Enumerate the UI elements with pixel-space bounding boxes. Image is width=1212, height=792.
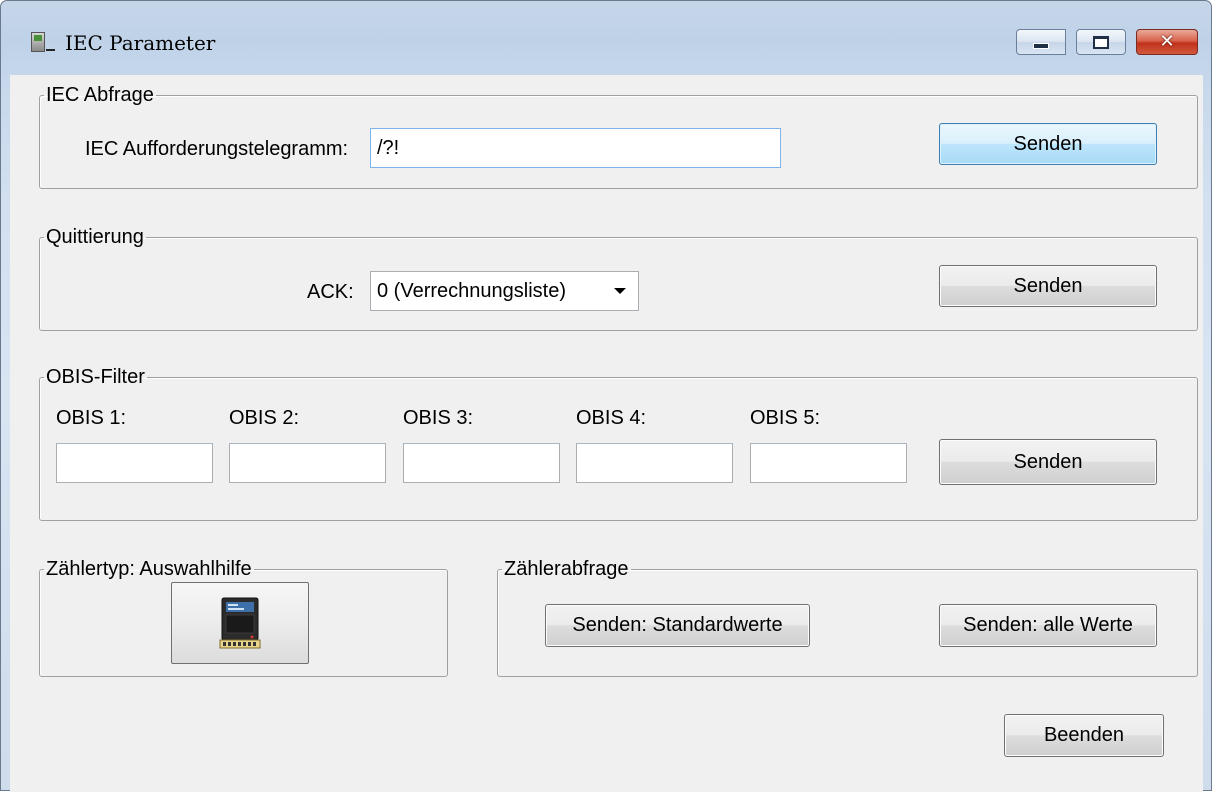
obis1-input[interactable] xyxy=(56,443,213,483)
close-icon: ✕ xyxy=(1159,31,1175,52)
group-iec-abfrage-legend: IEC Abfrage xyxy=(46,84,154,106)
obis2-input[interactable] xyxy=(229,443,386,483)
group-quittierung-legend: Quittierung xyxy=(46,226,144,248)
chevron-down-icon[interactable] xyxy=(614,288,626,294)
iec-request-input[interactable] xyxy=(370,128,781,168)
minimize-icon xyxy=(1033,43,1049,49)
send-all-values-button[interactable]: Senden: alle Werte xyxy=(939,604,1157,647)
obis5-input[interactable] xyxy=(750,443,907,483)
send-standard-values-button[interactable]: Senden: Standardwerte xyxy=(545,604,810,647)
obis5-label: OBIS 5: xyxy=(750,407,821,429)
app-icon xyxy=(31,32,55,52)
maximize-icon xyxy=(1093,35,1109,49)
obis2-label: OBIS 2: xyxy=(229,407,300,429)
exit-button[interactable]: Beenden xyxy=(1004,714,1164,757)
obis3-input[interactable] xyxy=(403,443,560,483)
obis1-label: OBIS 1: xyxy=(56,407,127,429)
ack-send-button[interactable]: Senden xyxy=(939,265,1157,307)
minimize-button[interactable] xyxy=(1016,29,1066,55)
meter-type-button[interactable] xyxy=(171,582,309,664)
iec-request-label: IEC Aufforderungstelegramm: xyxy=(85,138,349,160)
title-bar[interactable]: IEC Parameter ✕ xyxy=(1,1,1211,75)
ack-dropdown[interactable]: 0 (Verrechnungsliste) xyxy=(370,271,639,311)
iec-send-button[interactable]: Senden xyxy=(939,123,1157,165)
obis4-input[interactable] xyxy=(576,443,733,483)
group-zaehlertyp-legend: Zählertyp: Auswahlhilfe xyxy=(46,558,252,580)
obis4-label: OBIS 4: xyxy=(576,407,647,429)
electricity-meter-icon xyxy=(219,597,261,649)
ack-selected-value: 0 (Verrechnungsliste) xyxy=(377,279,566,302)
client-area: IEC Abfrage IEC Aufforderungstelegramm: … xyxy=(10,75,1203,792)
obis3-label: OBIS 3: xyxy=(403,407,474,429)
window-title: IEC Parameter xyxy=(65,31,216,55)
ack-label: ACK: xyxy=(307,281,354,303)
group-obis-filter-legend: OBIS-Filter xyxy=(46,366,145,388)
close-button[interactable]: ✕ xyxy=(1136,29,1198,55)
group-zaehlerabfrage-legend: Zählerabfrage xyxy=(504,558,629,580)
maximize-button[interactable] xyxy=(1076,29,1126,55)
obis-send-button[interactable]: Senden xyxy=(939,439,1157,485)
app-window: IEC Parameter ✕ IEC Abfrage IEC Aufforde… xyxy=(0,0,1212,792)
